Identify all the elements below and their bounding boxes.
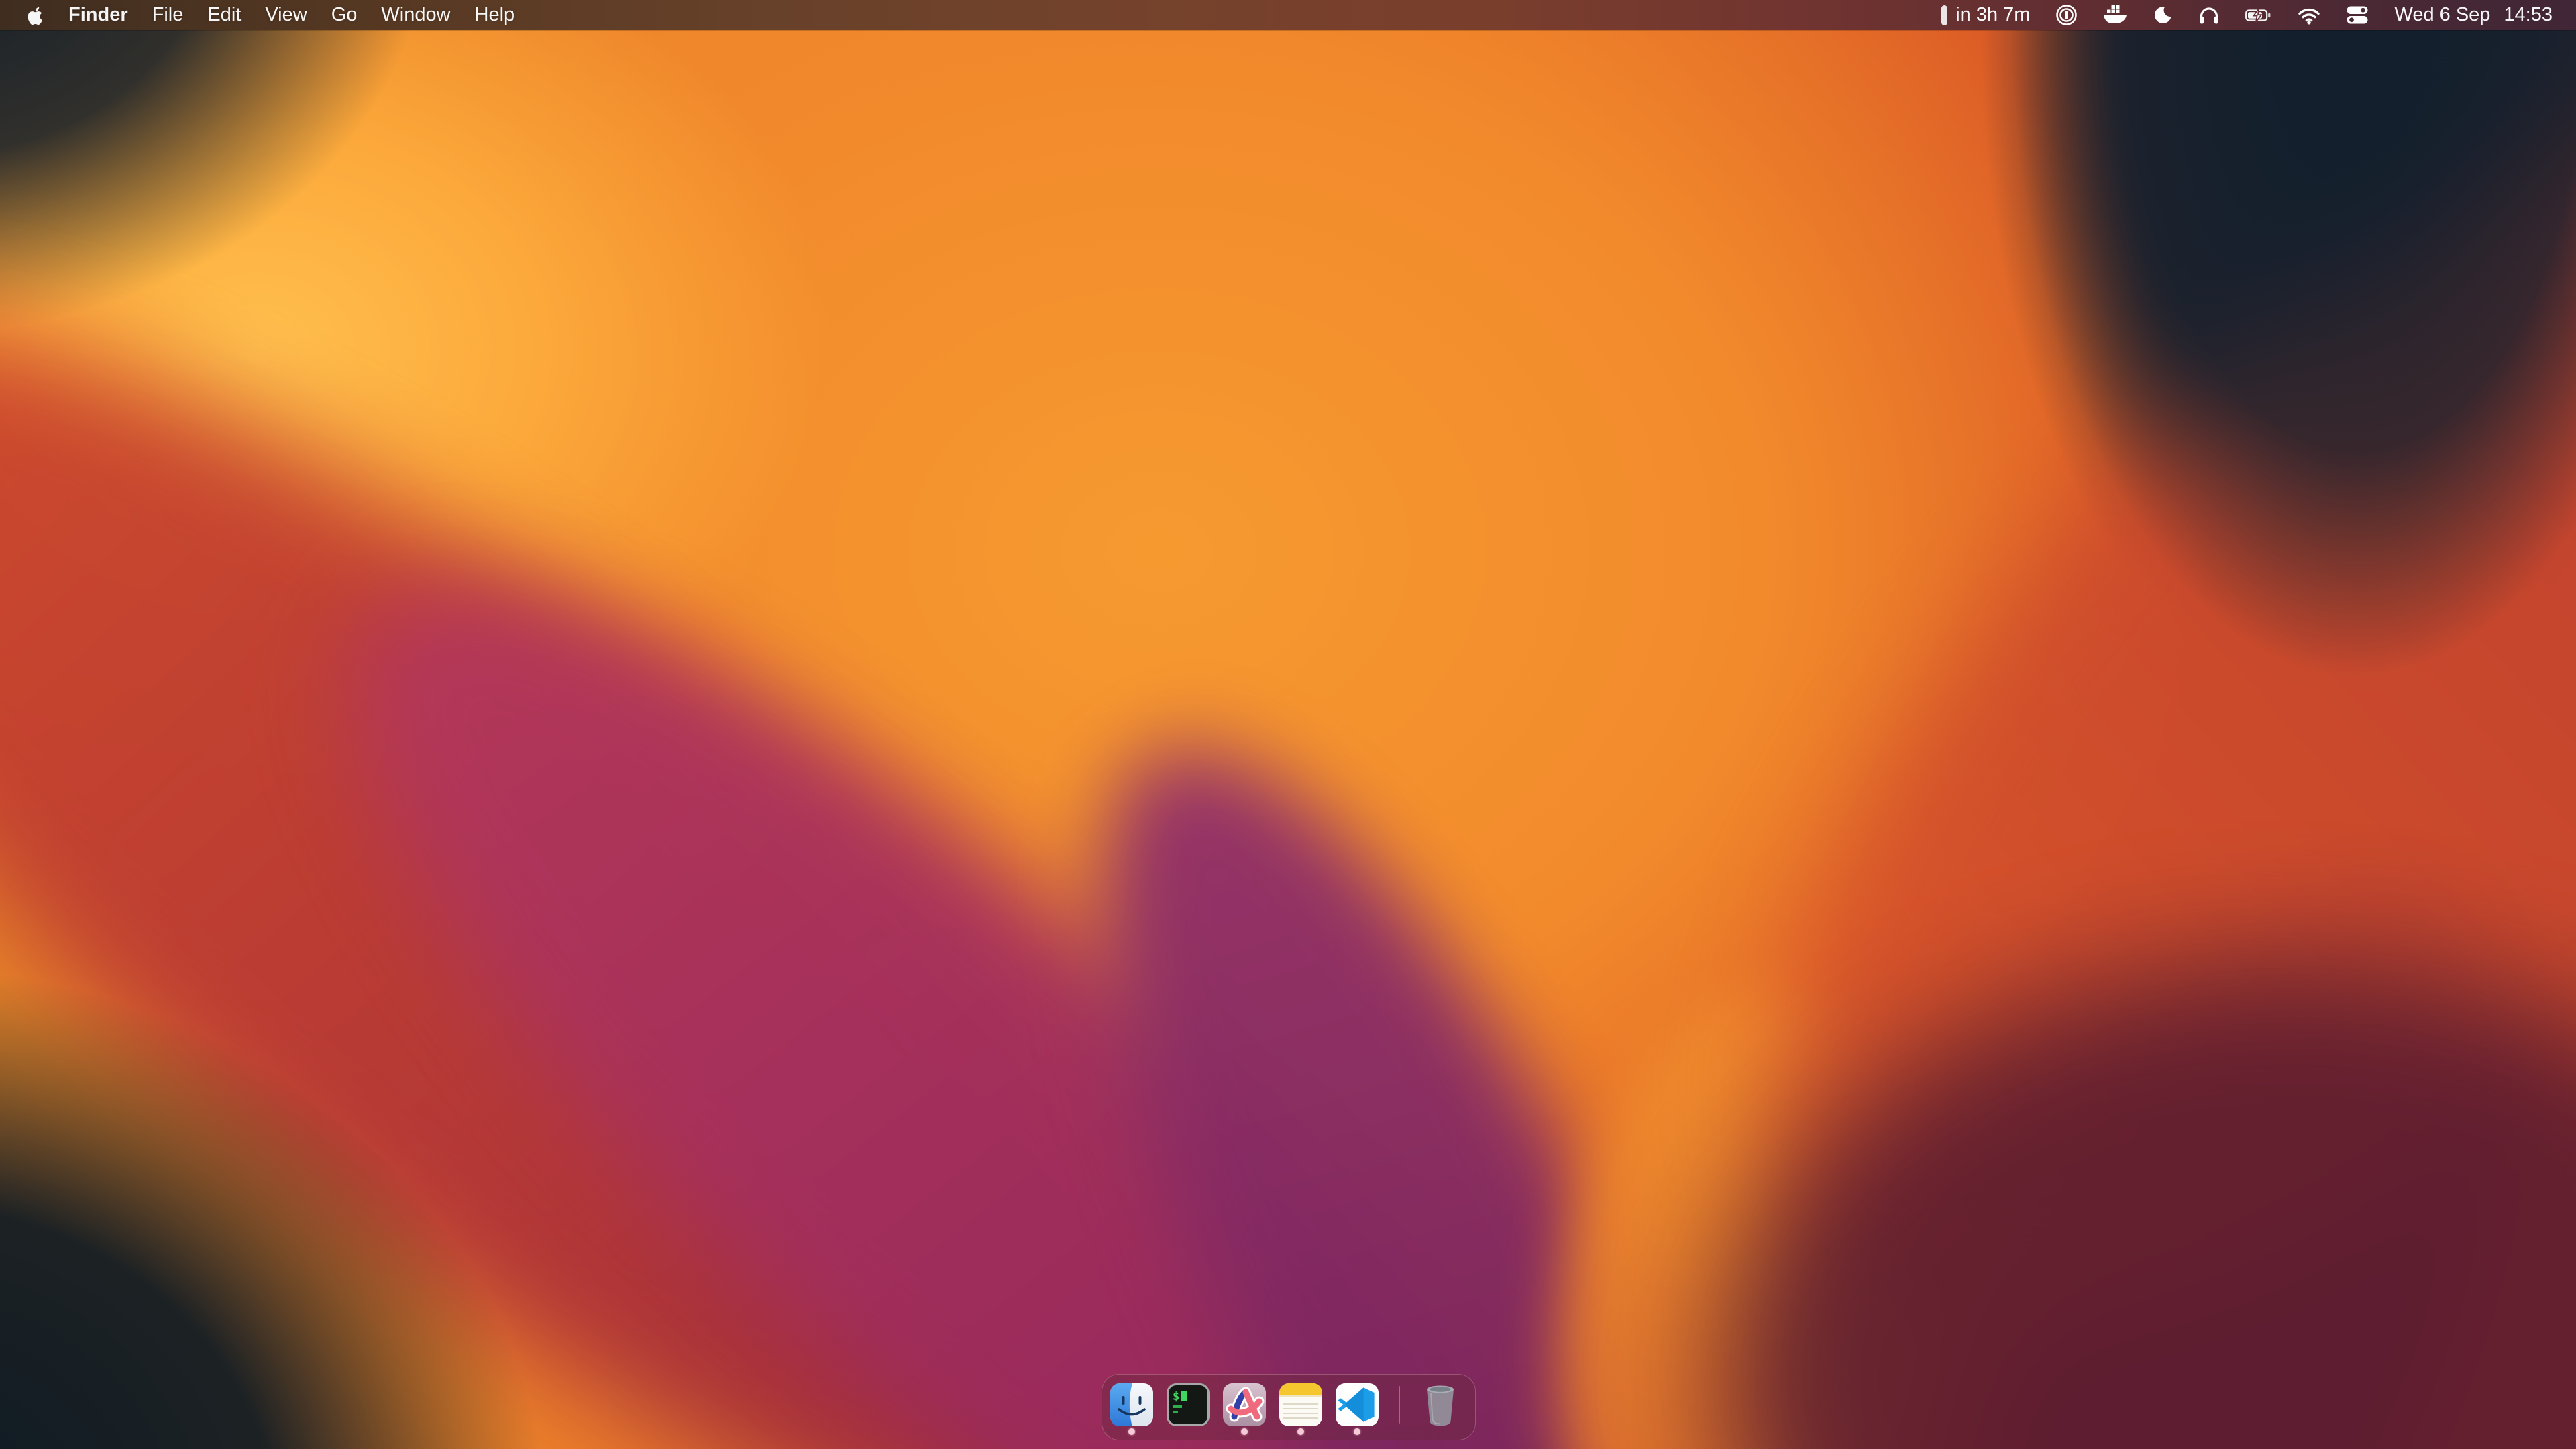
dock: $ <box>1102 1374 1476 1440</box>
menu-bar: Finder File Edit View Go Window Help in … <box>0 0 2576 30</box>
apple-logo-icon <box>27 5 44 25</box>
battery-time-label: in 3h 7m <box>1955 4 2030 26</box>
docker-menu-item[interactable] <box>2103 5 2127 25</box>
wifi-icon <box>2298 6 2320 25</box>
macos-desktop: Finder File Edit View Go Window Help in … <box>0 0 2576 1449</box>
dock-item-vscode[interactable] <box>1336 1383 1379 1426</box>
notes-icon <box>1279 1383 1322 1426</box>
trash-icon <box>1422 1383 1458 1426</box>
one-password-menu-item[interactable] <box>2055 4 2078 26</box>
finder-icon <box>1110 1383 1153 1426</box>
svg-text:$: $ <box>1173 1390 1179 1403</box>
running-indicator <box>1128 1428 1135 1435</box>
menu-view[interactable]: View <box>265 4 307 26</box>
vscode-icon <box>1336 1383 1379 1426</box>
dock-item-trash[interactable] <box>1422 1383 1458 1426</box>
menu-file[interactable]: File <box>152 4 184 26</box>
apple-menu[interactable] <box>27 5 44 25</box>
terminal-icon: $ <box>1167 1383 1210 1426</box>
wallpaper-wedge-navy <box>0 0 2576 1449</box>
dock-item-arc[interactable] <box>1223 1383 1266 1426</box>
arc-browser-icon <box>1223 1383 1266 1426</box>
one-password-icon <box>2055 4 2078 26</box>
battery-time-pill-icon <box>1941 5 1947 25</box>
menu-help[interactable]: Help <box>475 4 515 26</box>
running-indicator <box>1241 1428 1248 1435</box>
running-indicator <box>1297 1428 1304 1435</box>
focus-menu-item[interactable] <box>2153 5 2173 25</box>
dock-item-finder[interactable] <box>1110 1383 1153 1426</box>
menu-go[interactable]: Go <box>331 4 358 26</box>
audio-output-menu-item[interactable] <box>2198 5 2220 25</box>
menu-bar-left: Finder File Edit View Go Window Help <box>0 4 515 26</box>
active-app-menu[interactable]: Finder <box>68 4 128 26</box>
dock-item-notes[interactable] <box>1279 1383 1322 1426</box>
menu-bar-status-area: in 3h 7m <box>1941 4 2576 26</box>
menu-window[interactable]: Window <box>381 4 450 26</box>
battery-charging-icon <box>2245 8 2272 23</box>
wifi-menu-item[interactable] <box>2298 6 2320 25</box>
menu-bar-clock[interactable]: Wed 6 Sep 14:53 <box>2394 4 2553 26</box>
clock-date: Wed 6 Sep <box>2394 4 2490 26</box>
control-center-icon <box>2346 5 2369 25</box>
desktop-wallpaper[interactable] <box>0 0 2576 1449</box>
dock-item-terminal[interactable]: $ <box>1167 1383 1210 1426</box>
battery-menu-item[interactable] <box>2245 8 2272 23</box>
headphones-icon <box>2198 5 2220 25</box>
docker-icon <box>2103 5 2127 25</box>
focus-moon-icon <box>2153 5 2173 25</box>
running-indicator <box>1354 1428 1360 1435</box>
control-center-menu-item[interactable] <box>2346 5 2369 25</box>
clock-time: 14:53 <box>2504 4 2553 26</box>
menu-edit[interactable]: Edit <box>207 4 241 26</box>
battery-time-menu-item[interactable]: in 3h 7m <box>1941 4 2030 26</box>
dock-separator <box>1399 1386 1400 1424</box>
